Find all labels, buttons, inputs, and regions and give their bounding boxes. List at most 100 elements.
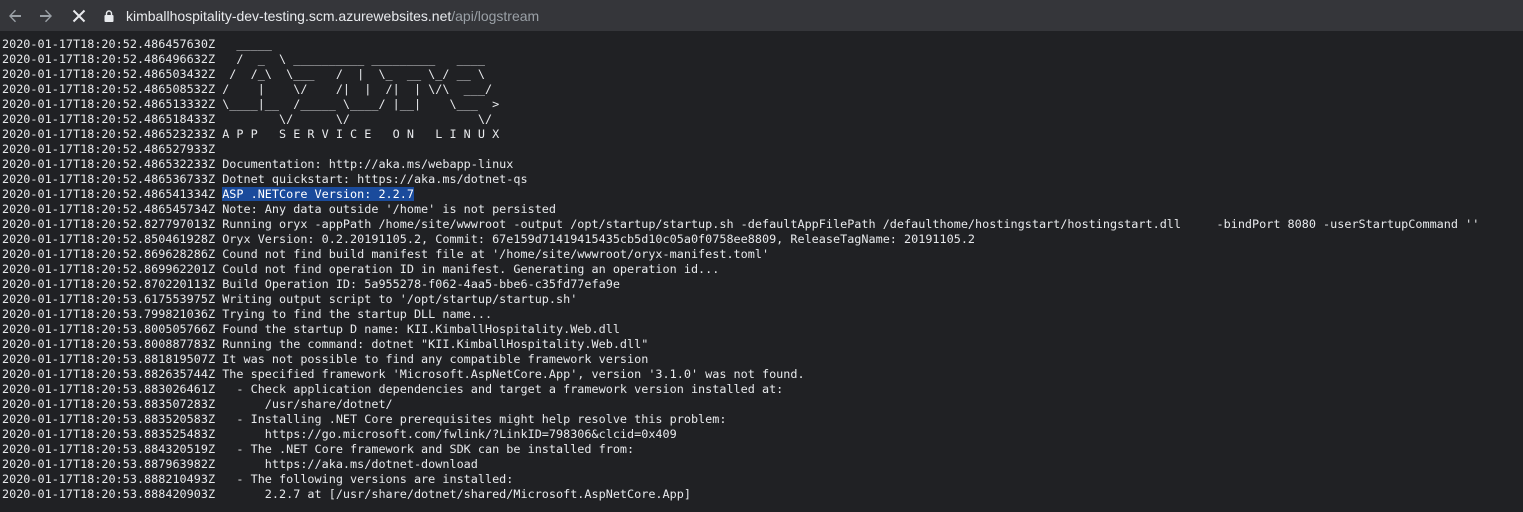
- log-timestamp: 2020-01-17T18:20:53.882635744Z: [2, 367, 216, 381]
- log-timestamp: 2020-01-17T18:20:52.486545734Z: [2, 202, 216, 216]
- arrow-left-icon: [9, 9, 21, 23]
- log-line: 2020-01-17T18:20:52.486457630Z _____: [2, 37, 1523, 52]
- log-message: \____|__ /_____ \____/ |__| \___ >: [222, 97, 500, 111]
- log-timestamp: 2020-01-17T18:20:52.486457630Z: [2, 37, 216, 51]
- log-message: Could not find operation ID in manifest.…: [222, 262, 720, 276]
- log-line: 2020-01-17T18:20:52.486508532Z / | \/ /|…: [2, 82, 1523, 97]
- log-line: 2020-01-17T18:20:53.800887783Z Running t…: [2, 337, 1523, 352]
- log-timestamp: 2020-01-17T18:20:53.883026461Z: [2, 382, 216, 396]
- log-message: Note: Any data outside '/home' is not pe…: [222, 202, 556, 216]
- address-bar[interactable]: kimballhospitality-dev-testing.scm.azure…: [103, 0, 539, 31]
- log-line: 2020-01-17T18:20:53.887963982Z https://a…: [2, 457, 1523, 472]
- log-message: Documentation: http://aka.ms/webapp-linu…: [222, 157, 514, 171]
- log-timestamp: 2020-01-17T18:20:52.486513332Z: [2, 97, 216, 111]
- log-timestamp: 2020-01-17T18:20:52.869962201Z: [2, 262, 216, 276]
- log-message: Build Operation ID: 5a955278-f062-4aa5-b…: [222, 277, 620, 291]
- log-timestamp: 2020-01-17T18:20:52.486523233Z: [2, 127, 216, 141]
- log-timestamp: 2020-01-17T18:20:52.850461928Z: [2, 232, 216, 246]
- log-timestamp: 2020-01-17T18:20:52.486536733Z: [2, 172, 216, 186]
- log-message: A P P S E R V I C E O N L I N U X: [222, 127, 500, 141]
- log-timestamp: 2020-01-17T18:20:53.800505766Z: [2, 322, 216, 336]
- log-line: 2020-01-17T18:20:52.827797013Z Running o…: [2, 217, 1523, 232]
- log-timestamp: 2020-01-17T18:20:52.486508532Z: [2, 82, 216, 96]
- log-message: Dotnet quickstart: https://aka.ms/dotnet…: [222, 172, 528, 186]
- log-message: Running oryx -appPath /home/site/wwwroot…: [222, 217, 1480, 231]
- log-message: Cound not find build manifest file at '/…: [222, 247, 770, 261]
- log-line: 2020-01-17T18:20:52.486523233Z A P P S E…: [2, 127, 1523, 142]
- browser-toolbar: kimballhospitality-dev-testing.scm.azure…: [0, 0, 1523, 31]
- log-timestamp: 2020-01-17T18:20:53.888420903Z: [2, 487, 216, 501]
- log-timestamp: 2020-01-17T18:20:53.883520583Z: [2, 412, 216, 426]
- log-line: 2020-01-17T18:20:52.486532233Z Documenta…: [2, 157, 1523, 172]
- url-path: /api/logstream: [451, 7, 540, 24]
- log-message: https://go.microsoft.com/fwlink/?LinkID=…: [222, 427, 677, 441]
- log-timestamp: 2020-01-17T18:20:52.486527933Z: [2, 142, 216, 156]
- log-message: _____: [222, 37, 272, 51]
- log-line: 2020-01-17T18:20:53.881819507Z It was no…: [2, 352, 1523, 367]
- log-message: Oryx Version: 0.2.20191105.2, Commit: 67…: [222, 232, 976, 246]
- log-timestamp: 2020-01-17T18:20:53.800887783Z: [2, 337, 216, 351]
- log-line: 2020-01-17T18:20:53.800505766Z Found the…: [2, 322, 1523, 337]
- log-line: 2020-01-17T18:20:52.486518433Z \/ \/ \/: [2, 112, 1523, 127]
- log-message: Writing output script to '/opt/startup/s…: [222, 292, 578, 306]
- log-timestamp: 2020-01-17T18:20:52.870220113Z: [2, 277, 216, 291]
- log-line: 2020-01-17T18:20:52.486503432Z / /_\ \__…: [2, 67, 1523, 82]
- log-line: 2020-01-17T18:20:53.883026461Z - Check a…: [2, 382, 1523, 397]
- log-line: 2020-01-17T18:20:52.870220113Z Build Ope…: [2, 277, 1523, 292]
- log-timestamp: 2020-01-17T18:20:52.486503432Z: [2, 67, 216, 81]
- log-timestamp: 2020-01-17T18:20:53.881819507Z: [2, 352, 216, 366]
- log-line: 2020-01-17T18:20:53.888210493Z - The fol…: [2, 472, 1523, 487]
- log-message: - The .NET Core framework and SDK can be…: [222, 442, 635, 456]
- log-line: 2020-01-17T18:20:52.486513332Z \____|__ …: [2, 97, 1523, 112]
- log-line: 2020-01-17T18:20:53.883507283Z /usr/shar…: [2, 397, 1523, 412]
- back-button[interactable]: [2, 3, 28, 29]
- log-line: 2020-01-17T18:20:53.617553975Z Writing o…: [2, 292, 1523, 307]
- log-timestamp: 2020-01-17T18:20:52.486518433Z: [2, 112, 216, 126]
- log-message: - Check application dependencies and tar…: [222, 382, 784, 396]
- log-line: 2020-01-17T18:20:53.884320519Z - The .NE…: [2, 442, 1523, 457]
- log-line: 2020-01-17T18:20:52.486541334Z ASP .NETC…: [2, 187, 1523, 202]
- log-message: 2.2.7 at [/usr/share/dotnet/shared/Micro…: [222, 487, 691, 501]
- log-line: 2020-01-17T18:20:52.869962201Z Could not…: [2, 262, 1523, 277]
- stop-loading-button[interactable]: [66, 3, 92, 29]
- log-message: Found the startup D name: KII.KimballHos…: [222, 322, 620, 336]
- log-line: 2020-01-17T18:20:53.799821036Z Trying to…: [2, 307, 1523, 322]
- log-timestamp: 2020-01-17T18:20:53.883507283Z: [2, 397, 216, 411]
- log-line: 2020-01-17T18:20:52.850461928Z Oryx Vers…: [2, 232, 1523, 247]
- log-timestamp: 2020-01-17T18:20:52.486496632Z: [2, 52, 216, 66]
- log-message: - Installing .NET Core prerequisites mig…: [222, 412, 727, 426]
- log-message: \/ \/ \/: [222, 112, 493, 126]
- lock-icon: [104, 9, 114, 22]
- log-line: 2020-01-17T18:20:53.883525483Z https://g…: [2, 427, 1523, 442]
- log-timestamp: 2020-01-17T18:20:52.827797013Z: [2, 217, 216, 231]
- log-timestamp: 2020-01-17T18:20:53.617553975Z: [2, 292, 216, 306]
- log-message: It was not possible to find any compatib…: [222, 352, 649, 366]
- log-message: - The following versions are installed:: [222, 472, 514, 486]
- log-stream: 2020-01-17T18:20:52.486457630Z _____ 2020…: [2, 37, 1523, 502]
- log-line: 2020-01-17T18:20:53.883520583Z - Install…: [2, 412, 1523, 427]
- forward-button[interactable]: [33, 3, 59, 29]
- log-timestamp: 2020-01-17T18:20:53.888210493Z: [2, 472, 216, 486]
- log-line: 2020-01-17T18:20:52.869628286Z Cound not…: [2, 247, 1523, 262]
- log-timestamp: 2020-01-17T18:20:52.486541334Z: [2, 187, 216, 201]
- log-timestamp: 2020-01-17T18:20:53.883525483Z: [2, 427, 216, 441]
- log-line: 2020-01-17T18:20:53.882635744Z The speci…: [2, 367, 1523, 382]
- log-message: / | \/ /| | /| | \/\ ___/: [222, 82, 493, 96]
- log-message: /usr/share/dotnet/: [222, 397, 393, 411]
- log-message: Trying to find the startup DLL name...: [222, 307, 493, 321]
- selected-log-message: ASP .NETCore Version: 2.2.7: [222, 187, 414, 201]
- log-message: https://aka.ms/dotnet-download: [222, 457, 478, 471]
- log-timestamp: 2020-01-17T18:20:53.799821036Z: [2, 307, 216, 321]
- log-message: The specified framework 'Microsoft.AspNe…: [222, 367, 805, 381]
- log-timestamp: 2020-01-17T18:20:52.869628286Z: [2, 247, 216, 261]
- close-icon: [72, 9, 86, 23]
- log-line: 2020-01-17T18:20:53.888420903Z 2.2.7 at …: [2, 487, 1523, 502]
- log-line: 2020-01-17T18:20:52.486496632Z / _ \ ___…: [2, 52, 1523, 67]
- log-message: / _ \ __________ _________ ____: [222, 52, 485, 66]
- log-line: 2020-01-17T18:20:52.486527933Z: [2, 142, 1523, 157]
- log-timestamp: 2020-01-17T18:20:53.884320519Z: [2, 442, 216, 456]
- log-line: 2020-01-17T18:20:52.486536733Z Dotnet qu…: [2, 172, 1523, 187]
- log-timestamp: 2020-01-17T18:20:53.887963982Z: [2, 457, 216, 471]
- arrow-right-icon: [40, 9, 52, 23]
- log-message: / /_\ \___ / | \_ __ \_/ __ \: [222, 67, 485, 81]
